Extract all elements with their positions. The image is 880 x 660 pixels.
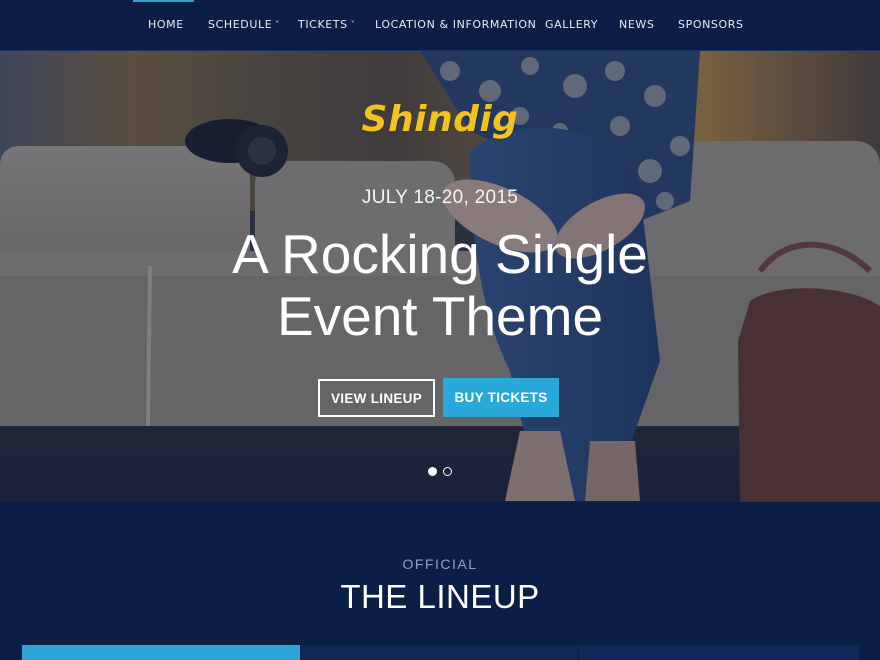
nav-item-news[interactable]: NEWS: [619, 0, 654, 51]
nav-label: NEWS: [619, 18, 655, 31]
event-dates: JULY 18-20, 2015: [361, 187, 519, 208]
nav-label: SCHEDULE: [208, 18, 273, 31]
nav-item-gallery[interactable]: GALLERY: [545, 0, 598, 51]
nav-item-sponsors[interactable]: SPONSORS: [678, 0, 744, 51]
nav-label: TICKETS: [298, 18, 348, 31]
section-eyebrow: OFFICIAL: [402, 556, 478, 572]
hero-headline: A Rocking Single Event Theme: [0, 223, 880, 347]
lineup-card[interactable]: [579, 645, 859, 660]
nav-item-schedule[interactable]: SCHEDULE ˅: [208, 0, 280, 51]
nav-item-home[interactable]: HOME: [148, 0, 184, 51]
chevron-down-icon: ˅: [350, 20, 356, 29]
main-navbar: HOME SCHEDULE ˅ TICKETS ˅ LOCATION & INFOR…: [0, 0, 880, 51]
site-logo[interactable]: Shindig: [0, 99, 880, 140]
chevron-down-icon: ˅: [275, 20, 280, 29]
lineup-card[interactable]: [301, 645, 578, 660]
buy-tickets-button[interactable]: BUY TICKETS: [443, 378, 559, 417]
nav-label: HOME: [148, 18, 184, 31]
view-lineup-button[interactable]: VIEW LINEUP: [318, 379, 435, 417]
lineup-section: OFFICIAL THE LINEUP: [0, 502, 880, 660]
nav-label: LOCATION & INFORMATION: [375, 18, 537, 31]
nav-item-location[interactable]: LOCATION & INFORMATION: [375, 0, 536, 51]
slider-dot-1[interactable]: [428, 467, 437, 476]
nav-item-tickets[interactable]: TICKETS ˅: [298, 0, 355, 51]
headline-line-2: Event Theme: [276, 285, 604, 347]
section-title: THE LINEUP: [340, 578, 540, 615]
nav-label: GALLERY: [545, 18, 599, 31]
lineup-card[interactable]: [22, 645, 300, 660]
nav-label: SPONSORS: [678, 18, 744, 31]
nav-menu: HOME SCHEDULE ˅ TICKETS ˅ LOCATION & INFOR…: [0, 0, 880, 51]
headline-line-1: A Rocking Single: [232, 223, 648, 285]
hero-slider: Shindig JULY 18-20, 2015 A Rocking Singl…: [0, 51, 880, 502]
slider-dot-2[interactable]: [443, 467, 452, 476]
